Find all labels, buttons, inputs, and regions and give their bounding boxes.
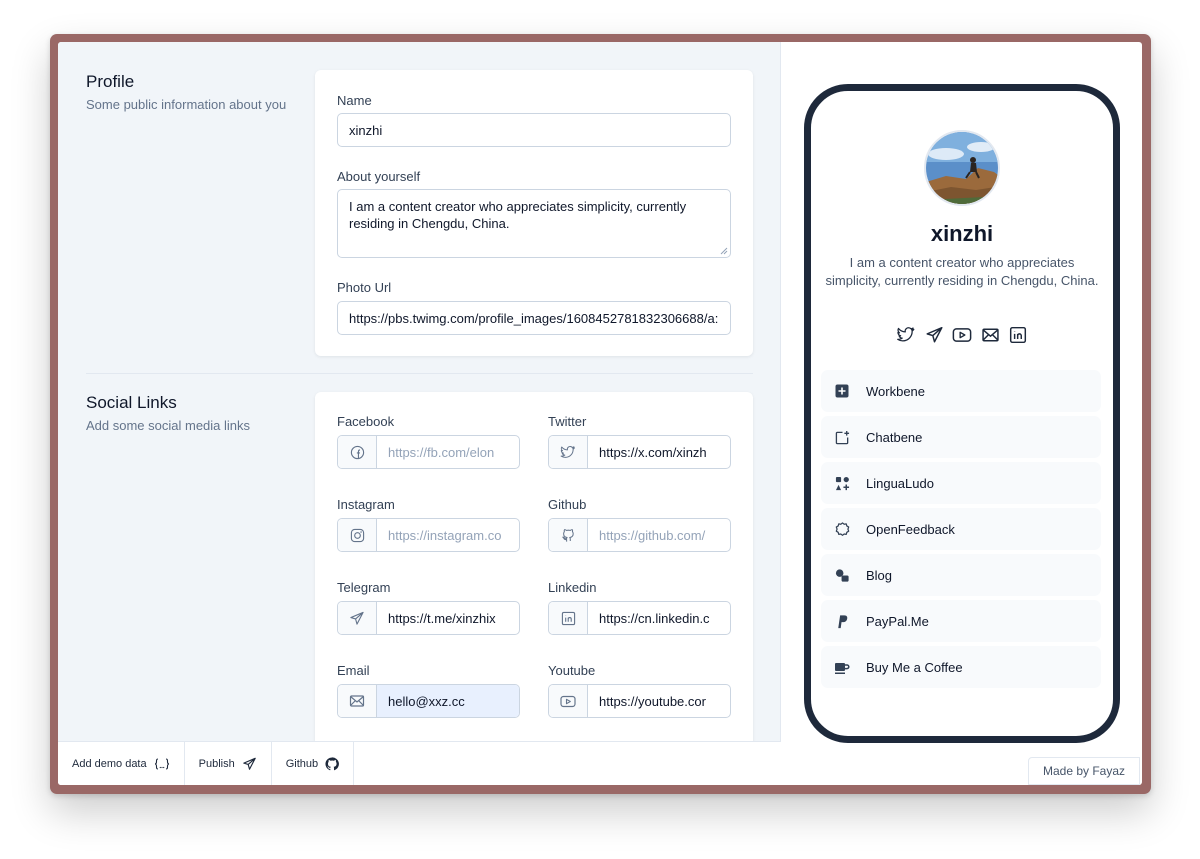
instagram-field[interactable]: https://instagram.co — [337, 518, 520, 552]
photo-url-label: Photo Url — [337, 280, 392, 295]
twitter-icon — [549, 436, 588, 468]
facebook-icon — [338, 436, 377, 468]
telegram-icon — [338, 602, 377, 634]
about-textarea[interactable]: I am a content creator who appreciates s… — [337, 189, 731, 258]
social-card: Facebook https://fb.com/elon Twitter htt… — [315, 392, 753, 785]
phone-preview: xinzhi I am a content creator who apprec… — [804, 84, 1120, 743]
badge-icon — [834, 521, 850, 537]
link-label: LinguaLudo — [866, 475, 934, 491]
blog-icon — [834, 567, 850, 583]
coffee-icon — [834, 659, 850, 675]
preview-social-icons — [811, 325, 1113, 345]
publish-button[interactable]: Publish — [185, 742, 272, 785]
youtube-field[interactable]: https://youtube.cor — [548, 684, 731, 718]
section-divider — [86, 373, 753, 374]
add-demo-data-button[interactable]: Add demo data — [58, 742, 185, 785]
twitter-field[interactable]: https://x.com/xinzh — [548, 435, 731, 469]
paypal-icon — [834, 613, 850, 629]
github-button-label: Github — [285, 757, 319, 770]
profile-section-title: Profile — [86, 72, 135, 91]
send-icon — [242, 757, 256, 770]
shapes-icon — [834, 475, 850, 491]
braces-icon — [154, 757, 169, 770]
linkedin-label: Linkedin — [548, 580, 597, 595]
twitter-label: Twitter — [548, 414, 587, 429]
bottom-toolbar: Add demo data Publish Github — [58, 741, 781, 785]
github-mark-icon — [325, 756, 340, 770]
link-label: Workbene — [866, 383, 926, 399]
twitter-icon[interactable] — [896, 325, 916, 345]
github-icon — [549, 519, 588, 551]
email-input[interactable]: hello@xxz.cc — [377, 685, 519, 717]
about-label: About yourself — [337, 169, 421, 184]
linkedin-icon[interactable] — [1008, 325, 1028, 345]
chat-add-icon — [834, 429, 850, 445]
link-item-openfeedback[interactable]: OpenFeedback — [821, 508, 1101, 550]
profile-card: Name xinzhi About yourself I am a conten… — [315, 70, 753, 356]
linkedin-input[interactable]: https://cn.linkedin.c — [588, 602, 730, 634]
email-label: Email — [337, 663, 370, 678]
email-field[interactable]: hello@xxz.cc — [337, 684, 520, 718]
mail-icon[interactable] — [980, 325, 1000, 345]
link-label: Chatbene — [866, 429, 923, 445]
mail-icon — [338, 685, 377, 717]
resize-handle-icon[interactable] — [720, 247, 728, 255]
social-section-title: Social Links — [86, 393, 177, 412]
about-text: I am a content creator who appreciates s… — [349, 199, 687, 231]
link-item-workbene[interactable]: Workbene — [821, 370, 1101, 412]
github-label: Github — [548, 497, 587, 512]
linkedin-icon — [549, 602, 588, 634]
github-button[interactable]: Github — [272, 742, 355, 785]
publish-label: Publish — [198, 757, 235, 770]
plus-square-icon — [834, 383, 850, 399]
avatar — [924, 130, 1000, 206]
facebook-input[interactable]: https://fb.com/elon — [377, 436, 519, 468]
youtube-icon — [549, 685, 588, 717]
app-window: Profile Some public information about yo… — [58, 42, 1142, 785]
telegram-input[interactable]: https://t.me/xinzhix — [377, 602, 519, 634]
instagram-icon — [338, 519, 377, 551]
link-item-chatbene[interactable]: Chatbene — [821, 416, 1101, 458]
preview-bio: I am a content creator who appreciates s… — [825, 255, 1099, 288]
profile-section-subtitle: Some public information about you — [86, 97, 287, 112]
preview-name: xinzhi — [930, 221, 994, 246]
made-by-link[interactable]: Made by Fayaz — [1028, 757, 1140, 785]
editor-panel: Profile Some public information about yo… — [58, 42, 781, 785]
photo-url-input[interactable]: https://pbs.twimg.com/profile_images/160… — [337, 301, 731, 335]
social-section-subtitle: Add some social media links — [86, 418, 251, 433]
youtube-icon[interactable] — [952, 325, 972, 345]
name-input[interactable]: xinzhi — [337, 113, 731, 147]
facebook-label: Facebook — [337, 414, 395, 429]
twitter-input[interactable]: https://x.com/xinzh — [588, 436, 730, 468]
add-demo-data-label: Add demo data — [72, 757, 147, 770]
link-label: Buy Me a Coffee — [866, 659, 963, 675]
link-item-blog[interactable]: Blog — [821, 554, 1101, 596]
link-label: PayPal.Me — [866, 613, 929, 629]
youtube-label: Youtube — [548, 663, 596, 678]
instagram-input[interactable]: https://instagram.co — [377, 519, 519, 551]
linkedin-field[interactable]: https://cn.linkedin.c — [548, 601, 731, 635]
link-item-buy-me-a-coffee[interactable]: Buy Me a Coffee — [821, 646, 1101, 688]
link-item-lingualudo[interactable]: LinguaLudo — [821, 462, 1101, 504]
link-item-paypal[interactable]: PayPal.Me — [821, 600, 1101, 642]
telegram-label: Telegram — [337, 580, 391, 595]
github-field[interactable]: https://github.com/ — [548, 518, 731, 552]
facebook-field[interactable]: https://fb.com/elon — [337, 435, 520, 469]
telegram-icon[interactable] — [924, 325, 944, 345]
instagram-label: Instagram — [337, 497, 395, 512]
youtube-input[interactable]: https://youtube.cor — [588, 685, 730, 717]
telegram-field[interactable]: https://t.me/xinzhix — [337, 601, 520, 635]
link-label: OpenFeedback — [866, 521, 955, 537]
name-label: Name — [337, 93, 372, 108]
github-input[interactable]: https://github.com/ — [588, 519, 730, 551]
link-label: Blog — [866, 567, 893, 583]
